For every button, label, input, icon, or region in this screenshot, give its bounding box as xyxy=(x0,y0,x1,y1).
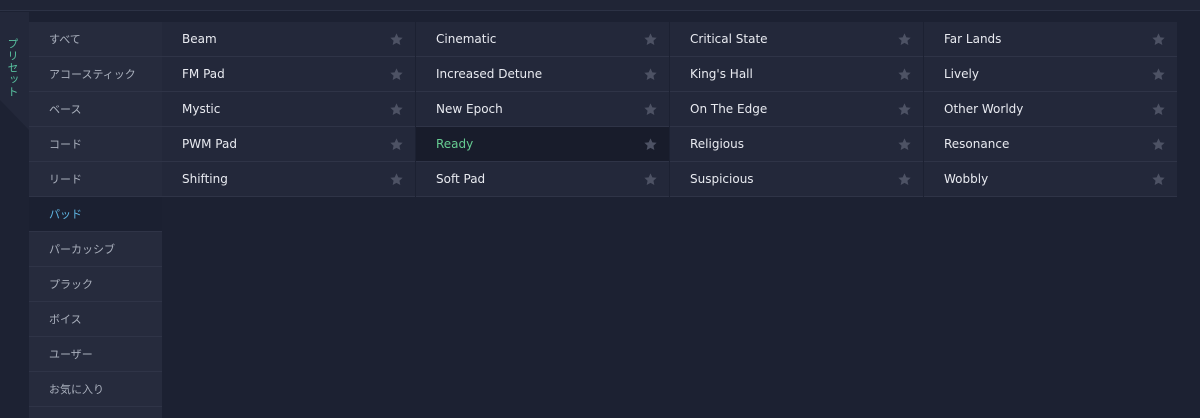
presets-vertical-tab[interactable]: プリセット xyxy=(0,12,29,418)
preset-item[interactable]: Mystic xyxy=(162,92,415,127)
preset-item[interactable]: Ready xyxy=(416,127,669,162)
sidebar-item[interactable]: すべて xyxy=(29,22,162,57)
preset-name: PWM Pad xyxy=(182,137,237,151)
sidebar-item[interactable]: コード xyxy=(29,127,162,162)
preset-name: Religious xyxy=(690,137,744,151)
preset-name: Ready xyxy=(436,137,474,151)
star-icon[interactable] xyxy=(389,67,404,82)
star-icon[interactable] xyxy=(389,32,404,47)
sidebar-item[interactable]: パッド xyxy=(29,197,162,232)
preset-item[interactable]: Soft Pad xyxy=(416,162,669,197)
preset-name: Critical State xyxy=(690,32,768,46)
preset-name: Other Worldy xyxy=(944,102,1024,116)
preset-name: Cinematic xyxy=(436,32,497,46)
preset-item[interactable]: PWM Pad xyxy=(162,127,415,162)
star-icon[interactable] xyxy=(389,137,404,152)
preset-item[interactable]: King's Hall xyxy=(670,57,923,92)
preset-name: Far Lands xyxy=(944,32,1002,46)
top-bar xyxy=(0,0,1200,11)
star-icon[interactable] xyxy=(897,172,912,187)
star-icon[interactable] xyxy=(1151,172,1166,187)
star-icon[interactable] xyxy=(389,172,404,187)
star-icon[interactable] xyxy=(1151,32,1166,47)
preset-item[interactable]: Religious xyxy=(670,127,923,162)
preset-name: FM Pad xyxy=(182,67,225,81)
sidebar-item[interactable]: ボイス xyxy=(29,302,162,337)
star-icon[interactable] xyxy=(643,32,658,47)
preset-item[interactable]: Wobbly xyxy=(924,162,1177,197)
preset-name: Beam xyxy=(182,32,217,46)
sidebar-item[interactable]: お気に入り xyxy=(29,372,162,407)
preset-name: On The Edge xyxy=(690,102,768,116)
preset-name: Resonance xyxy=(944,137,1010,151)
preset-name: Lively xyxy=(944,67,979,81)
sidebar-item[interactable]: プラック xyxy=(29,267,162,302)
preset-item[interactable]: FM Pad xyxy=(162,57,415,92)
preset-name: Increased Detune xyxy=(436,67,543,81)
star-icon[interactable] xyxy=(897,32,912,47)
star-icon[interactable] xyxy=(897,102,912,117)
sidebar-item[interactable]: アコースティック xyxy=(29,57,162,92)
presets-tab-label: プリセット xyxy=(6,38,19,98)
sidebar-item[interactable]: パーカッシブ xyxy=(29,232,162,267)
category-sidebar: すべて アコースティック ベース コード リード パッド パーカッシブ プラック ボイス ユーザー… xyxy=(29,22,162,418)
preset-name: Shifting xyxy=(182,172,228,186)
preset-name: New Epoch xyxy=(436,102,503,116)
preset-grid-area: Beam Cinematic Critical State Far Lands FM P… xyxy=(162,22,1180,418)
preset-item[interactable]: Lively xyxy=(924,57,1177,92)
sidebar-item[interactable]: リード xyxy=(29,162,162,197)
star-icon[interactable] xyxy=(389,102,404,117)
star-icon[interactable] xyxy=(643,67,658,82)
preset-item[interactable]: Beam xyxy=(162,22,415,57)
star-icon[interactable] xyxy=(1151,137,1166,152)
star-icon[interactable] xyxy=(1151,67,1166,82)
star-icon[interactable] xyxy=(1151,102,1166,117)
preset-item[interactable]: On The Edge xyxy=(670,92,923,127)
star-icon[interactable] xyxy=(643,172,658,187)
star-icon[interactable] xyxy=(897,137,912,152)
preset-name: Suspicious xyxy=(690,172,754,186)
star-icon[interactable] xyxy=(643,137,658,152)
preset-item[interactable]: Shifting xyxy=(162,162,415,197)
preset-name: Soft Pad xyxy=(436,172,486,186)
preset-item[interactable]: Other Worldy xyxy=(924,92,1177,127)
preset-item[interactable]: Suspicious xyxy=(670,162,923,197)
tab-bevel xyxy=(0,100,29,418)
preset-item[interactable]: Increased Detune xyxy=(416,57,669,92)
preset-name: Mystic xyxy=(182,102,221,116)
star-icon[interactable] xyxy=(897,67,912,82)
preset-name: King's Hall xyxy=(690,67,753,81)
preset-item[interactable]: Far Lands xyxy=(924,22,1177,57)
preset-name: Wobbly xyxy=(944,172,989,186)
preset-item[interactable]: Resonance xyxy=(924,127,1177,162)
preset-item[interactable]: Critical State xyxy=(670,22,923,57)
preset-item[interactable]: New Epoch xyxy=(416,92,669,127)
preset-item[interactable]: Cinematic xyxy=(416,22,669,57)
sidebar-item[interactable]: ユーザー xyxy=(29,337,162,372)
star-icon[interactable] xyxy=(643,102,658,117)
sidebar-item[interactable]: ベース xyxy=(29,92,162,127)
preset-grid: Beam Cinematic Critical State Far Lands FM P… xyxy=(162,22,1180,197)
